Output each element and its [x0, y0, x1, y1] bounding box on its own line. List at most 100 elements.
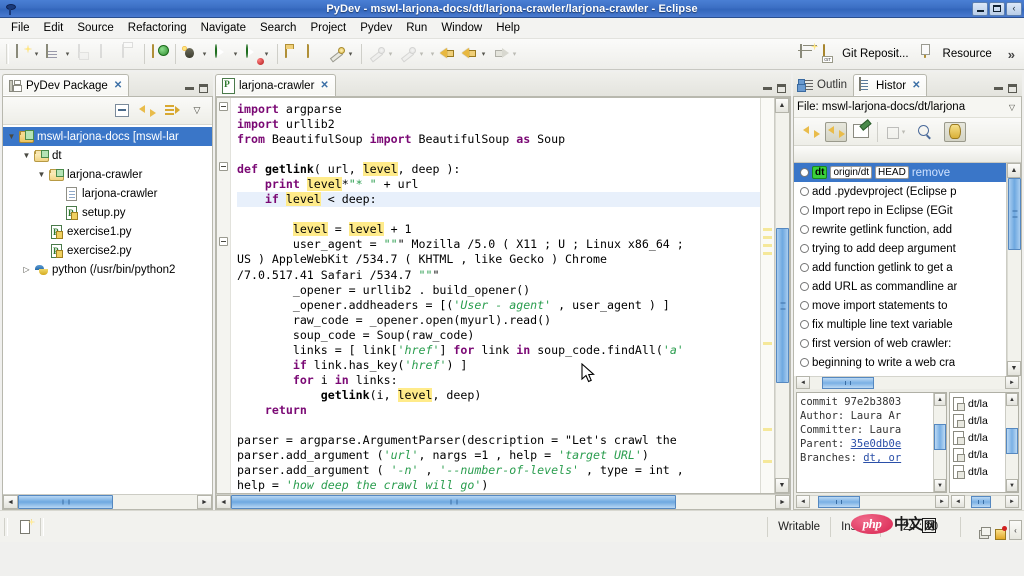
tree-item-larjona-crawler[interactable]: ▼ larjona-crawler [3, 165, 212, 184]
detail-value[interactable]: 35e0db0e [851, 438, 902, 450]
commit-row[interactable]: add URL as commandline ar [794, 277, 1006, 296]
menu-file[interactable]: File [4, 20, 37, 36]
commit-row[interactable]: beginning to write a web cra [794, 353, 1006, 372]
maximize-icon[interactable] [777, 84, 786, 93]
tab-larjona-crawler[interactable]: larjona-crawler ✕ [215, 74, 336, 96]
chevron-right-icon[interactable]: ▷ [20, 265, 33, 274]
toolbar-grip[interactable] [6, 44, 9, 64]
fold-marker[interactable] [219, 102, 228, 111]
menu-refactoring[interactable]: Refactoring [121, 20, 194, 36]
menu-pydev[interactable]: Pydev [353, 20, 399, 36]
hscroll-track[interactable] [18, 495, 197, 509]
new-project-button[interactable]: ▾ [43, 42, 74, 66]
tab-history[interactable]: Histor ✕ [853, 74, 928, 96]
vscroll-track[interactable] [775, 113, 789, 478]
close-icon[interactable]: ✕ [912, 80, 920, 91]
hscroll-thumb[interactable] [231, 495, 676, 509]
open-editor-button[interactable] [850, 122, 872, 142]
files-vscrollbar[interactable]: ▲ ▼ [1005, 393, 1018, 492]
back-button[interactable]: ▾ [459, 42, 490, 66]
changed-file-row[interactable]: dt/la [952, 412, 1003, 429]
tree-item-mswl-larjona-docs-mswl-lar[interactable]: ▼ mswl-larjona-docs [mswl-lar [3, 127, 212, 146]
vscroll-track[interactable] [1006, 406, 1018, 479]
save-button[interactable] [74, 42, 96, 66]
editor-vscrollbar[interactable]: ▲ ▼ [774, 98, 789, 493]
chevron-down-icon[interactable]: ▾ [32, 46, 41, 62]
commit-row[interactable]: trying to add deep argument [794, 239, 1006, 258]
commit-row[interactable]: Import repo in Eclipse (EGit [794, 201, 1006, 220]
scroll-right-button[interactable]: ► [1005, 495, 1019, 508]
menu-window[interactable]: Window [434, 20, 489, 36]
chevron-down-icon[interactable]: ▾ [231, 46, 240, 62]
filter-button[interactable]: ▾ [883, 122, 905, 142]
project-tree[interactable]: ▼ mswl-larjona-docs [mswl-lar ▼ dt ▼ larjona-… [3, 125, 212, 494]
code-area[interactable]: import argparse import urllib2 from Beau… [231, 98, 760, 493]
chevron-down-icon[interactable]: ▾ [479, 46, 488, 62]
open-folder-button[interactable] [304, 42, 326, 66]
commit-detail-box[interactable]: commit 97e2b3803 Author: Laura Ar Committe… [796, 392, 947, 493]
compare-mode-button[interactable] [800, 122, 822, 142]
scroll-down-button[interactable]: ▼ [934, 479, 946, 492]
print-button[interactable] [118, 42, 140, 66]
hscroll-track[interactable] [810, 376, 1005, 389]
window-maximize-button[interactable] [989, 1, 1005, 16]
history-column-header[interactable] [794, 146, 1021, 163]
close-icon[interactable]: ✕ [320, 80, 328, 91]
fold-marker[interactable] [219, 237, 228, 246]
scroll-right-button[interactable]: ► [197, 495, 212, 509]
chevron-down-icon[interactable]: ▼ [35, 170, 48, 179]
menu-run[interactable]: Run [399, 20, 434, 36]
focus-task-button[interactable] [161, 101, 183, 121]
window-close-button[interactable]: ‹ [1006, 1, 1022, 16]
scroll-right-button[interactable]: ► [1005, 376, 1019, 389]
previous-annotation-button[interactable]: ▾ [397, 42, 428, 66]
history-hscrollbar[interactable]: ◄ ► [794, 376, 1021, 390]
changed-file-row[interactable]: dt/la [952, 429, 1003, 446]
save-all-button[interactable] [96, 42, 118, 66]
collapse-all-button[interactable] [111, 101, 133, 121]
fold-marker[interactable] [219, 162, 228, 171]
commit-row[interactable]: dt origin/dt HEAD remove [794, 163, 1006, 182]
chevron-down-icon[interactable]: ▼ [5, 132, 18, 141]
history-vscrollbar[interactable]: ▲ ▼ [1006, 163, 1021, 376]
tree-item-python-usr-bin-python2[interactable]: ▷ python (/usr/bin/python2 [3, 260, 212, 279]
run-button[interactable]: ▾ [211, 42, 242, 66]
perspective-resource[interactable]: Resource [919, 43, 1002, 65]
detail-vscrollbar[interactable]: ▲ ▼ [933, 393, 946, 492]
folding-gutter[interactable] [217, 98, 231, 493]
editor-hscrollbar[interactable]: ◄ ► [216, 494, 790, 509]
link-with-editor-button[interactable] [825, 121, 847, 142]
maximize-icon[interactable] [1008, 84, 1017, 93]
commit-row[interactable]: rewrite getlink function, add [794, 220, 1006, 239]
hscroll-track[interactable] [965, 495, 1005, 508]
scroll-up-button[interactable]: ▲ [934, 393, 946, 406]
vscroll-track[interactable] [934, 406, 946, 479]
tray-windows-icon[interactable] [977, 526, 991, 540]
tree-item-exercise2-py[interactable]: exercise2.py [3, 241, 212, 260]
source-code[interactable]: import argparse import urllib2 from Beau… [231, 98, 760, 493]
tab-pydev-package[interactable]: PyDev Package ✕ [2, 74, 130, 96]
overview-ruler[interactable] [760, 98, 774, 493]
hscroll-track[interactable] [231, 495, 775, 509]
chevron-down-icon[interactable]: ▾ [200, 46, 209, 62]
menu-source[interactable]: Source [70, 20, 120, 36]
chevron-down-icon[interactable]: ▽ [1006, 103, 1018, 112]
view-menu-button[interactable]: ▽ [186, 101, 208, 121]
show-all-branches-button[interactable] [944, 121, 966, 142]
minimize-icon[interactable] [185, 87, 194, 90]
vscroll-track[interactable] [1007, 178, 1021, 361]
vscroll-thumb[interactable] [1006, 428, 1018, 454]
perspective-git-repositories[interactable]: Git Reposit... [818, 43, 918, 65]
vscroll-thumb[interactable] [934, 424, 946, 450]
menu-search[interactable]: Search [253, 20, 303, 36]
tray-expand-button[interactable]: ‹ [1009, 520, 1022, 540]
chevron-down-icon[interactable]: ▾ [510, 46, 519, 62]
commit-list[interactable]: dt origin/dt HEAD remove add .pydevproject (… [794, 163, 1006, 376]
chevron-down-icon[interactable]: ▾ [417, 46, 426, 62]
scroll-up-button[interactable]: ▲ [1007, 163, 1021, 178]
scroll-left-button[interactable]: ◄ [796, 376, 810, 389]
window-minimize-button[interactable] [972, 1, 988, 16]
vscroll-thumb[interactable] [776, 228, 789, 383]
scroll-up-button[interactable]: ▲ [775, 98, 789, 113]
tree-item-dt[interactable]: ▼ dt [3, 146, 212, 165]
